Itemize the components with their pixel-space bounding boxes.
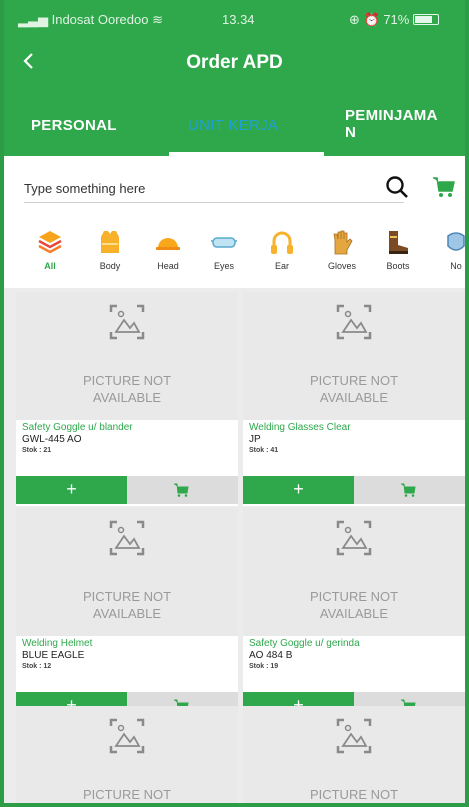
- add-to-cart-button[interactable]: [354, 476, 465, 504]
- vest-icon: [101, 231, 119, 253]
- category-label: Ear: [274, 261, 289, 271]
- add-button[interactable]: +: [16, 476, 127, 504]
- product-card[interactable]: PICTURE NOT AVAILABLE Welding Glasses Cle…: [243, 292, 465, 506]
- category-label: Body: [99, 261, 121, 271]
- tab-peminjaman[interactable]: PEMINJAMA N: [326, 86, 465, 156]
- battery-icon: [413, 14, 440, 25]
- add-to-cart-button[interactable]: [127, 476, 238, 504]
- category-boots[interactable]: Boots: [370, 226, 426, 284]
- category-ear[interactable]: Ear: [254, 226, 310, 284]
- tab-unit-kerja-label: UNIT KERJA: [188, 117, 279, 134]
- page-title: Order APD: [186, 52, 283, 73]
- product-stock: Stok : 12: [22, 663, 52, 670]
- product-name: Welding Helmet: [22, 638, 93, 649]
- image-placeholder-icon: [109, 718, 145, 754]
- category-eyes[interactable]: Eyes: [196, 226, 252, 284]
- product-code: AO 484 B: [249, 650, 293, 661]
- phone-screen: ▂▃▅ Indosat Ooredoo ≋ 13.34 ⊕ ⏰ 71% Orde…: [0, 0, 469, 807]
- placeholder-text: PICTURE NOTAVAILABLE: [82, 787, 172, 802]
- carrier-name: ▂▃▅ Indosat Ooredoo ≋: [18, 12, 163, 27]
- carrier-label: Indosat Ooredoo: [51, 12, 149, 27]
- add-button[interactable]: +: [243, 476, 354, 504]
- status-bar: ▂▃▅ Indosat Ooredoo ≋ 13.34 ⊕ ⏰ 71%: [4, 0, 465, 40]
- product-actions: +: [243, 476, 465, 504]
- tab-bar: PERSONAL UNIT KERJA PEMINJAMA N: [4, 86, 465, 156]
- product-card[interactable]: PICTURE NOT AVAILABLE Welding Helmet BLUE…: [16, 508, 238, 722]
- status-time: 13.34: [222, 12, 255, 27]
- tab-unit-kerja[interactable]: UNIT KERJA: [169, 86, 324, 156]
- category-gloves[interactable]: Gloves: [314, 226, 370, 284]
- product-code: JP: [249, 434, 261, 445]
- battery-percent: 71%: [383, 12, 410, 27]
- category-label: Eyes: [213, 261, 234, 271]
- image-placeholder-icon: [109, 520, 145, 556]
- product-image-placeholder: PICTURE NOTAVAILABLE: [16, 508, 238, 636]
- category-no[interactable]: No: [428, 226, 465, 284]
- product-card[interactable]: PICTURE NOTAVAILABLE: [16, 706, 238, 803]
- product-name: Safety Goggle u/ blander: [22, 422, 133, 433]
- tab-personal-label: PERSONAL: [31, 117, 117, 134]
- tab-peminjaman-label: PEMINJAMA N: [345, 107, 438, 141]
- tab-personal[interactable]: PERSONAL: [4, 86, 159, 156]
- boot-icon: [389, 231, 408, 254]
- placeholder-text: PICTURE NOTAVAILABLE: [309, 589, 399, 621]
- product-code: GWL-445 AO: [22, 434, 82, 445]
- product-image-placeholder: PICTURE NOTAVAILABLE: [243, 508, 465, 636]
- search-input[interactable]: [24, 175, 404, 203]
- product-grid: PICTURE NOT AVAILABLE Safety Goggle u/ bl…: [4, 288, 465, 803]
- product-stock: Stok : 41: [249, 447, 279, 454]
- placeholder-text: PICTURE NOTAVAILABLE: [82, 589, 172, 621]
- category-body[interactable]: Body: [82, 226, 138, 284]
- product-name: Safety Goggle u/ gerinda: [249, 638, 360, 649]
- cart-icon: [401, 483, 416, 497]
- app-header: Order APD: [4, 40, 465, 86]
- category-label: Head: [157, 261, 179, 271]
- cart-icon: [174, 483, 189, 497]
- image-placeholder-icon: [336, 520, 372, 556]
- category-all[interactable]: All: [22, 226, 78, 284]
- cart-icon[interactable]: [431, 174, 457, 200]
- active-tab-indicator: [169, 152, 324, 156]
- product-stock: Stok : 19: [249, 663, 279, 670]
- search-bar: [18, 166, 463, 218]
- product-code: BLUE EAGLE: [22, 650, 85, 661]
- category-label: Gloves: [327, 261, 356, 271]
- image-placeholder-icon: [336, 304, 372, 340]
- product-card[interactable]: PICTURE NOT AVAILABLE Safety Goggle u/ ge…: [243, 508, 465, 722]
- product-stock: Stok : 21: [22, 447, 52, 454]
- respirator-icon: [447, 232, 465, 251]
- product-image-placeholder: PICTURE NOTAVAILABLE: [16, 292, 238, 420]
- layers-icon: [38, 231, 62, 254]
- placeholder-text: PICTURE NOTAVAILABLE: [82, 373, 172, 405]
- product-image-placeholder: PICTURE NOTAVAILABLE: [243, 292, 465, 420]
- glove-icon: [333, 230, 353, 255]
- category-label: Boots: [386, 261, 410, 271]
- product-actions: +: [16, 476, 238, 504]
- category-label: All: [44, 261, 56, 271]
- image-placeholder-icon: [109, 304, 145, 340]
- image-placeholder-icon: [336, 718, 372, 754]
- product-card[interactable]: PICTURE NOTAVAILABLE: [243, 706, 465, 803]
- search-icon[interactable]: [384, 174, 410, 200]
- product-image-placeholder: PICTURE NOTAVAILABLE: [243, 706, 465, 803]
- placeholder-text: PICTURE NOTAVAILABLE: [309, 787, 399, 802]
- status-right: ⊕ ⏰ 71%: [349, 12, 440, 28]
- product-name: Welding Glasses Clear: [249, 422, 351, 433]
- goggles-icon: [211, 237, 237, 248]
- product-image-placeholder: PICTURE NOTAVAILABLE: [16, 706, 238, 803]
- product-card[interactable]: PICTURE NOT AVAILABLE Safety Goggle u/ bl…: [16, 292, 238, 506]
- helmet-icon: [156, 238, 180, 250]
- placeholder-text: PICTURE NOTAVAILABLE: [309, 373, 399, 405]
- earmuff-icon: [271, 231, 293, 254]
- category-strip: All Body Head Eyes Ear Gloves Boots No: [4, 226, 465, 284]
- category-head[interactable]: Head: [140, 226, 196, 284]
- category-label: No: [450, 261, 462, 271]
